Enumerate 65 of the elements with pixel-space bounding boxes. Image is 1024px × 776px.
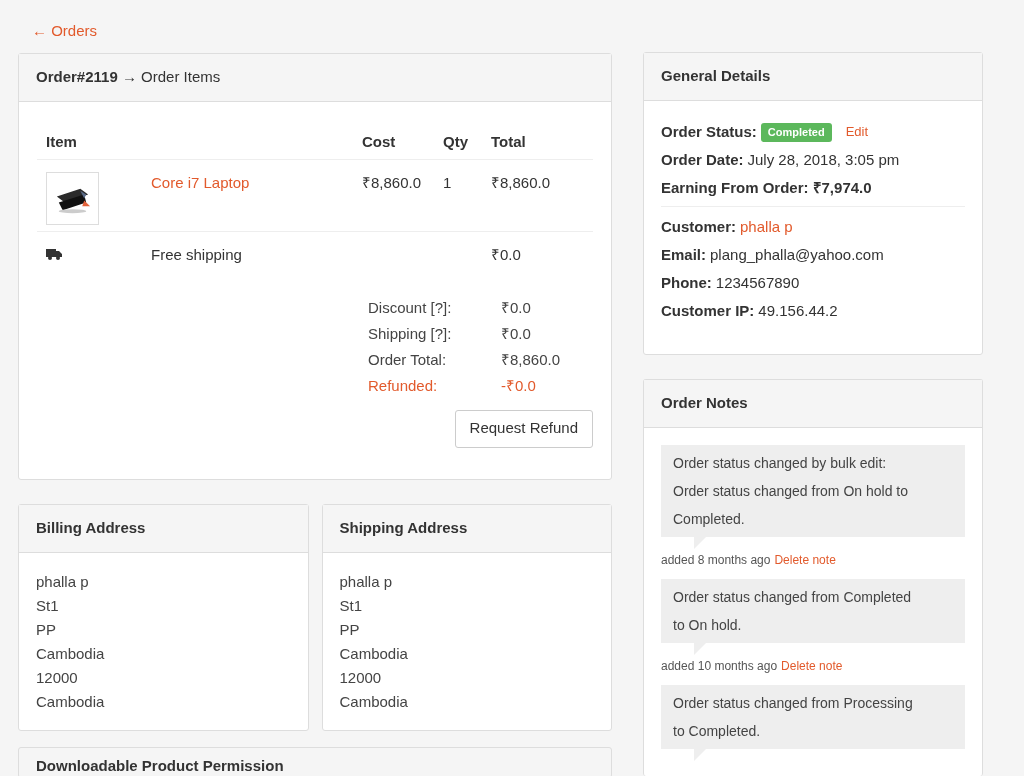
address-line: Cambodia <box>339 691 408 712</box>
address-line: Cambodia <box>339 643 408 664</box>
field-label: Customer IP: <box>661 300 755 321</box>
table-cell: 1 <box>443 173 452 191</box>
field-label: Phone: <box>661 272 712 293</box>
note-meta: added 10 months ago <box>661 658 778 675</box>
column-header: Cost <box>362 132 396 150</box>
customer-link[interactable]: phalla p <box>740 215 793 239</box>
note-text: to Completed. <box>673 722 761 741</box>
table-cell: ₹0.0 <box>491 245 521 263</box>
note-meta: added 8 months ago <box>661 552 771 569</box>
note-text: Order status changed from On hold to <box>673 482 908 501</box>
address-line: St1 <box>339 595 362 616</box>
panel-title: Downloadable Product Permission <box>36 756 284 774</box>
table-cell: Free shipping <box>151 245 242 263</box>
product-link[interactable]: Core i7 Laptop <box>151 173 250 191</box>
total-value: -₹0.0 <box>501 377 536 395</box>
column-header: Item <box>46 132 77 150</box>
delete-note-link[interactable]: Delete note <box>774 551 836 569</box>
field-value: plang_phalla@yahoo.com <box>710 244 884 265</box>
address-line: phalla p <box>339 571 393 592</box>
field-value: 49.156.44.2 <box>758 300 838 321</box>
note-text: to On hold. <box>673 616 742 635</box>
column-header: Total <box>491 132 526 150</box>
total-value: ₹0.0 <box>501 299 531 317</box>
back-link[interactable]: ← Orders <box>32 20 97 43</box>
column-header: Qty <box>443 132 468 150</box>
note-text: Order status changed by bulk edit: <box>673 454 887 473</box>
note-text: Order status changed from Processing <box>673 694 913 713</box>
edit-link[interactable]: Edit <box>845 122 869 142</box>
address-line: 12000 <box>339 667 382 688</box>
field-value: July 28, 2018, 3:05 pm <box>747 149 900 170</box>
delete-note-link[interactable]: Delete note <box>781 657 843 675</box>
field-value: 1234567890 <box>715 272 800 293</box>
panel-title: General Details <box>661 66 771 87</box>
panel-title: Shipping Address <box>339 517 468 538</box>
total-value: ₹8,860.0 <box>501 351 561 369</box>
address-line: PP <box>339 619 360 640</box>
panel-title: Order Notes <box>661 393 748 414</box>
address-line: Cambodia <box>36 643 105 664</box>
address-line: 12000 <box>36 667 78 688</box>
note-text: Order status changed from Completed <box>673 588 912 607</box>
note-text: Completed. <box>673 510 745 529</box>
total-label: Discount [?]: <box>368 299 452 317</box>
field-label: Customer: <box>661 216 736 237</box>
panel-title: Billing Address <box>36 517 146 538</box>
table-cell: ₹8,860.0 <box>362 173 422 191</box>
address-line: St1 <box>36 595 59 616</box>
total-label: Shipping [?]: <box>368 325 452 343</box>
field-label: Email: <box>661 244 706 265</box>
field-label: Order Status: <box>661 121 757 142</box>
truck-icon <box>46 247 62 260</box>
total-label: Order Total: <box>368 351 447 369</box>
panel-title: Order#2119 → Order Items <box>36 66 221 87</box>
table-cell: ₹8,860.0 <box>491 173 551 191</box>
field-label: Earning From Order: <box>661 177 809 198</box>
status-badge: Completed <box>760 122 832 142</box>
total-value: ₹0.0 <box>501 325 531 343</box>
address-line: phalla p <box>36 571 89 592</box>
address-line: Cambodia <box>36 691 105 712</box>
address-line: PP <box>36 619 56 640</box>
field-value: ₹7,974.0 <box>812 177 872 198</box>
field-label: Order Date: <box>661 149 744 170</box>
total-label: Refunded: <box>368 377 438 395</box>
request-refund-button[interactable]: Request Refund <box>454 409 593 448</box>
